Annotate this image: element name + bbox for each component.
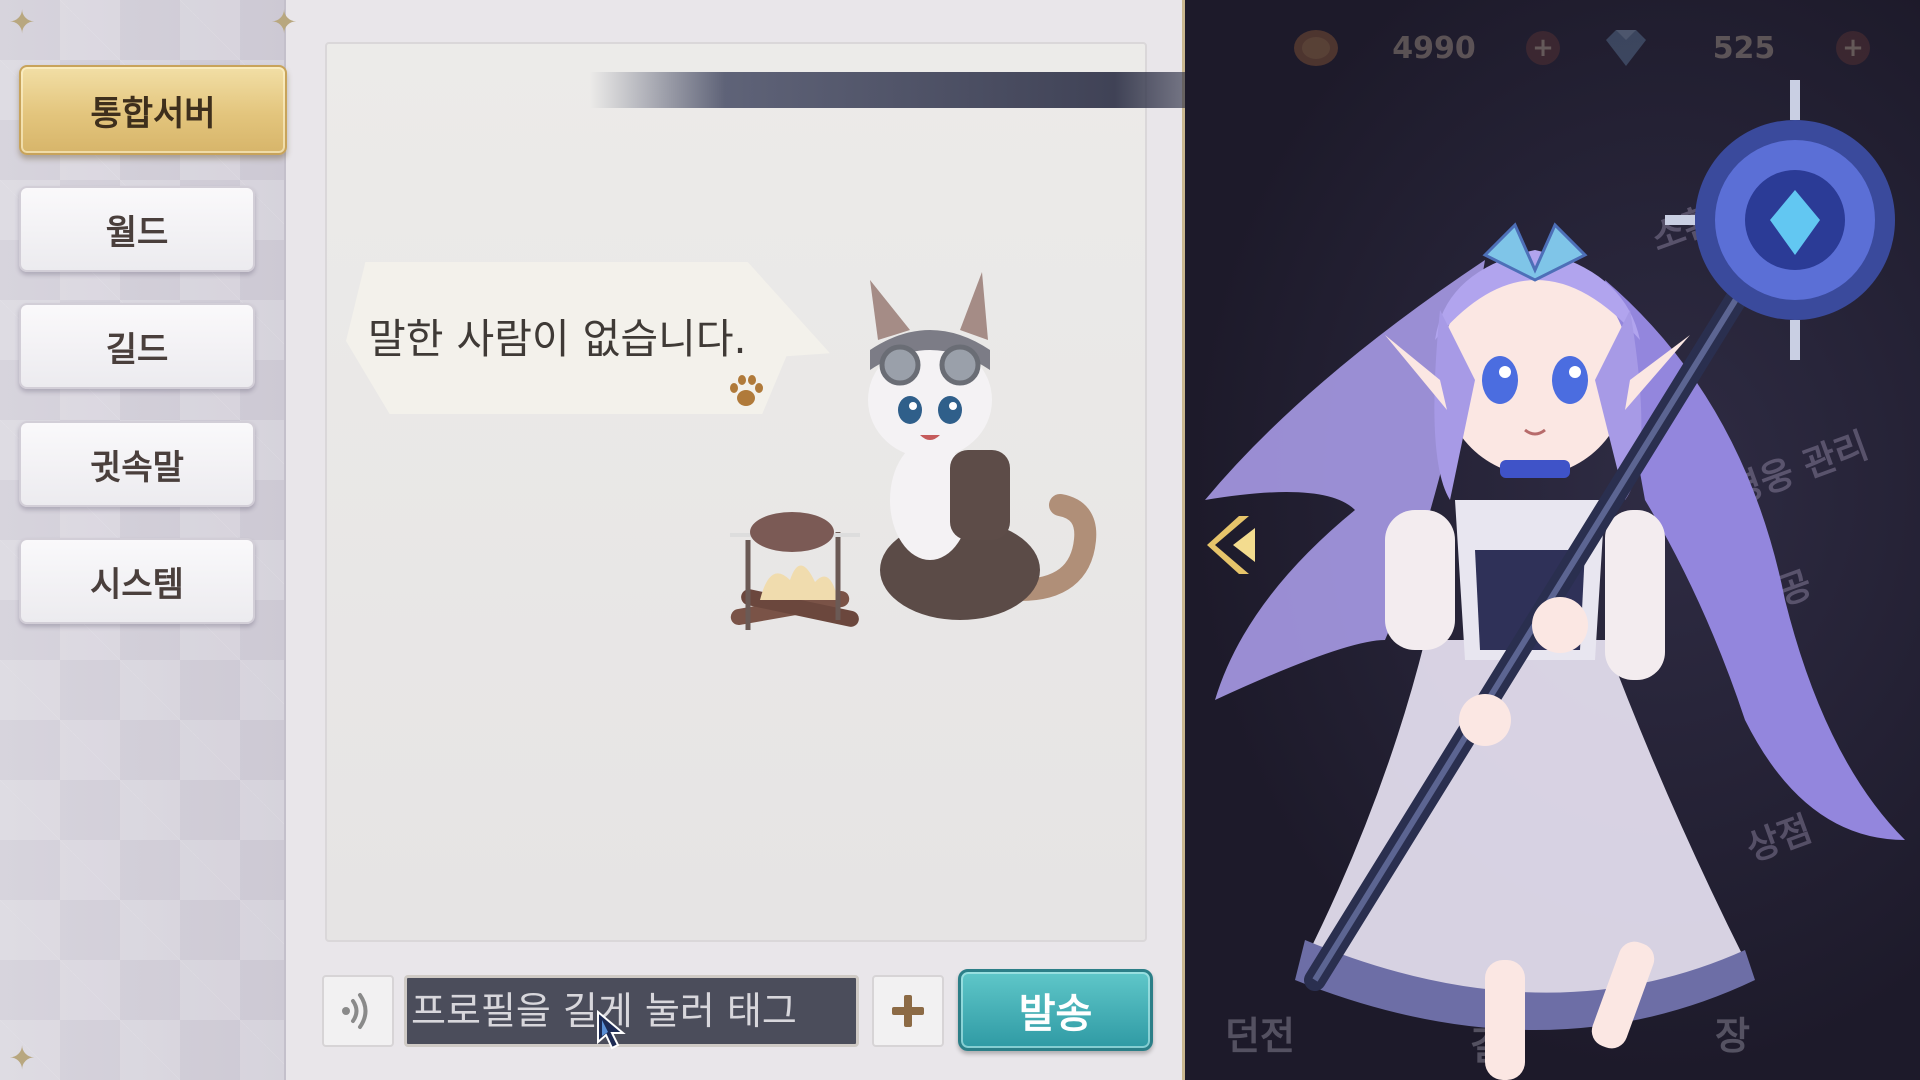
tab-whisper[interactable]: 귓속말 [19,421,255,507]
corner-ornament-icon: ✦ [8,1039,36,1077]
collapse-panel-arrow-icon[interactable] [1205,510,1261,580]
tab-integrated-server[interactable]: 통합서버 [19,65,287,155]
tab-label: 월드 [105,212,169,253]
corner-ornament-icon: ✦ [8,3,36,41]
tab-label: 통합서버 [90,93,216,134]
coin-icon [1294,30,1338,66]
chat-message-input[interactable] [404,975,859,1047]
empty-chat-message: 말한 사람이 없습니다. [368,315,747,363]
tab-system[interactable]: 시스템 [19,538,255,624]
diamond-icon [1606,30,1646,66]
cat-mascot-illustration [730,272,1097,630]
chat-window: ✦ ✦ ✦ 통합서버 월드 길드 귓속말 시스템 말한 사람이 없습니다. 프로… [0,0,1340,1080]
tab-label: 길드 [105,329,169,370]
attach-add-button[interactable] [872,975,944,1047]
chat-channel-tabs: ✦ ✦ ✦ 통합서버 월드 길드 귓속말 시스템 [0,0,297,1080]
mouse-cursor-icon [597,1010,626,1050]
add-diamond-button[interactable]: + [1836,31,1870,65]
plus-icon [892,995,924,1027]
send-button[interactable]: 발송 [958,969,1153,1051]
sound-wave-icon [342,993,368,1029]
tab-world[interactable]: 월드 [19,186,255,272]
voice-chat-button[interactable] [322,975,394,1047]
currency-gold: 4990 + [1290,20,1560,76]
currency-bar: 4990 + 525 + [1290,20,1870,76]
currency-diamond: 525 + [1600,20,1870,76]
corner-ornament-icon: ✦ [270,3,298,41]
tab-guild[interactable]: 길드 [19,303,255,389]
tab-label: 시스템 [90,564,184,605]
gold-amount: 4990 [1392,30,1476,66]
add-gold-button[interactable]: + [1526,31,1560,65]
send-button-label: 발송 [1018,991,1093,1037]
hero-character-art [1205,80,1905,1080]
diamond-amount: 525 [1712,30,1776,66]
tab-label: 귓속말 [90,447,184,488]
